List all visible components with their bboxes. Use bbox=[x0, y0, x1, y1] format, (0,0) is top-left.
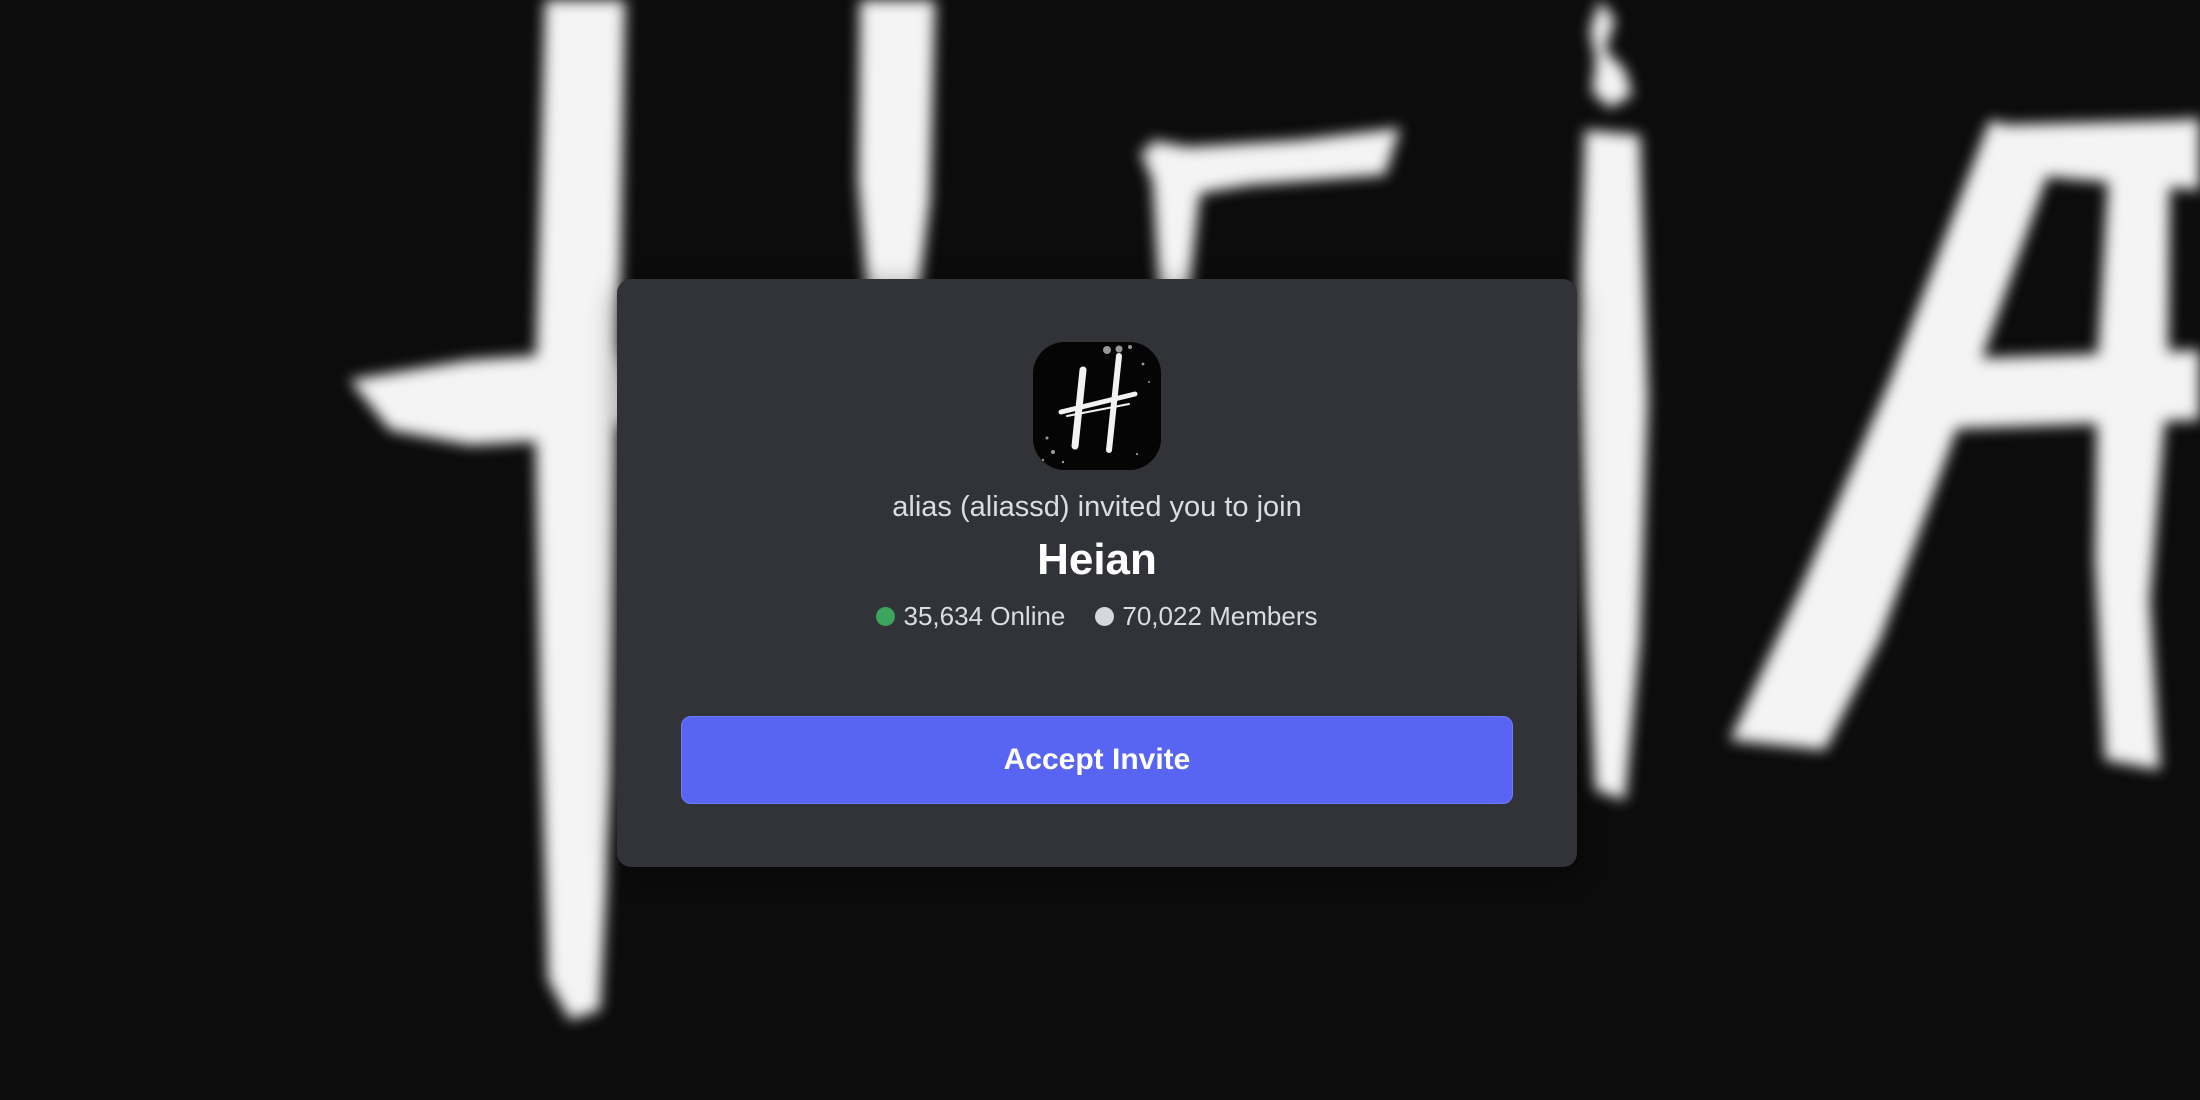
server-name: Heian bbox=[1037, 535, 1157, 584]
invite-card: alias (aliassd) invited you to join Heia… bbox=[617, 279, 1577, 867]
online-count: 35,634 Online bbox=[903, 601, 1066, 631]
server-icon bbox=[1033, 342, 1161, 470]
server-stats: 35,634 Online 70,022 Members bbox=[617, 601, 1577, 632]
members-stat: 70,022 Members bbox=[1095, 601, 1318, 632]
online-status-dot-icon bbox=[876, 607, 896, 626]
invite-page: alias (aliassd) invited you to join Heia… bbox=[0, 0, 2200, 1100]
members-dot-icon bbox=[1095, 607, 1115, 626]
accept-invite-button[interactable]: Accept Invite bbox=[681, 716, 1513, 804]
heian-h-logo-icon bbox=[1033, 342, 1161, 470]
online-stat: 35,634 Online bbox=[876, 601, 1065, 632]
invite-text: alias (aliassd) invited you to join bbox=[892, 491, 1302, 523]
member-count: 70,022 Members bbox=[1122, 601, 1318, 631]
